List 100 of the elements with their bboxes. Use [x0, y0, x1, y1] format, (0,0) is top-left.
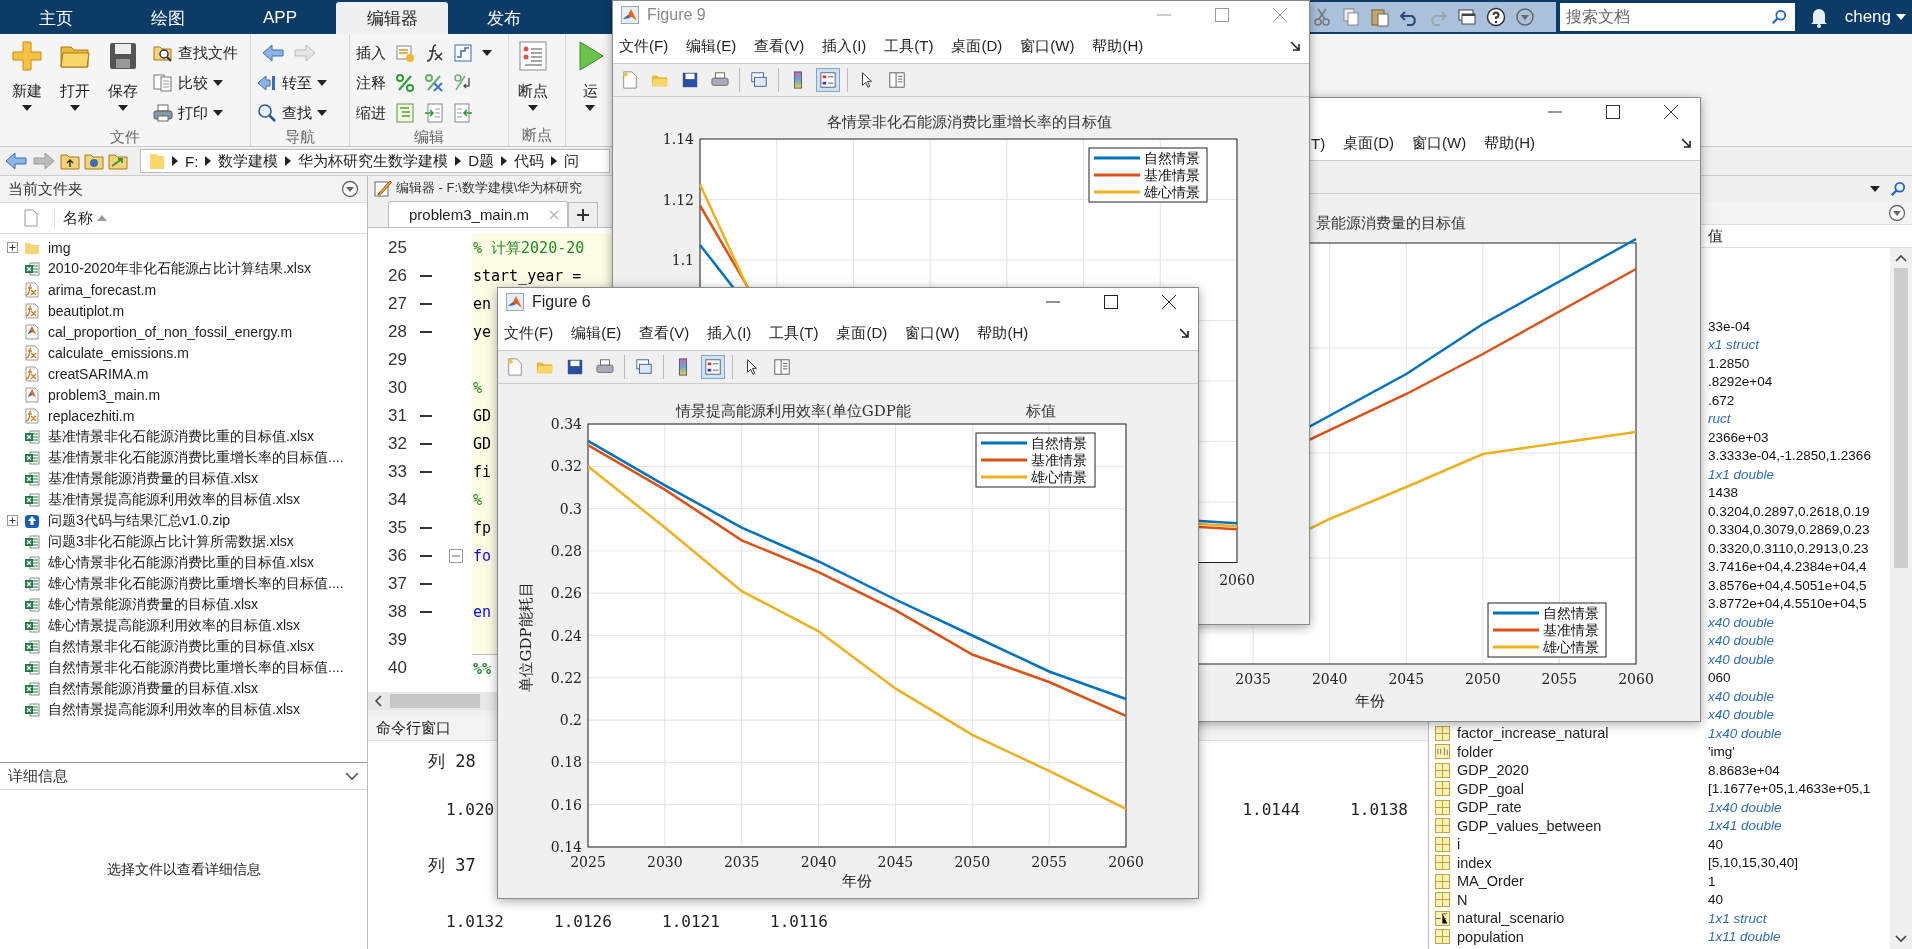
variable-name[interactable]: GDP_goal [1457, 780, 1524, 797]
find-button[interactable]: 查找 [257, 98, 343, 128]
menu-item[interactable]: 桌面(D) [1343, 133, 1394, 153]
path-field[interactable]: F: 数学建模 华为杯研究生数学建模 D题 代码 问 [140, 149, 610, 173]
file-name[interactable]: beautiplot.m [48, 302, 125, 319]
menu-item[interactable]: 桌面(D) [836, 323, 888, 343]
comment-button[interactable]: 注释 [356, 68, 386, 98]
help-icon[interactable] [1485, 7, 1506, 27]
chart-box-icon[interactable] [453, 43, 473, 63]
indent-button[interactable]: 缩进 [356, 98, 386, 128]
maximize-icon[interactable] [1605, 104, 1621, 120]
column-header[interactable]: 名称 [0, 203, 367, 234]
paste-icon[interactable] [1369, 7, 1390, 27]
menu-item[interactable]: 工具(T) [884, 36, 934, 56]
variable-name[interactable]: MA_Order [1457, 873, 1524, 890]
scroll-up-icon[interactable] [1895, 254, 1907, 262]
file-tab[interactable]: problem3_main.m [388, 201, 569, 227]
file-name[interactable]: creatSARIMA.m [48, 365, 149, 382]
menu-item[interactable]: 工具(T) [769, 323, 819, 343]
menu-item[interactable]: 窗口(W) [905, 323, 960, 343]
panel-menu-icon[interactable] [1888, 204, 1906, 222]
breakpoints-button[interactable]: 断点 [509, 34, 557, 126]
menu-item[interactable]: 帮助(H) [977, 323, 1029, 343]
percent-sign-icon[interactable] [395, 73, 415, 93]
legend-icon[interactable] [702, 356, 724, 378]
open-button[interactable]: 打开 [51, 34, 99, 128]
go-to-button[interactable]: 转至 [257, 68, 343, 98]
file-name[interactable]: 雄心情景非化石能源消费比重增长率的目标值.... [48, 574, 344, 593]
scroll-down-icon[interactable] [1895, 935, 1907, 943]
expand-toggle-icon[interactable] [6, 242, 18, 253]
file-name[interactable]: 问题3代码与结果汇总v1.0.zip [48, 511, 231, 530]
menu-item[interactable]: 窗口(W) [1020, 36, 1075, 56]
back-arrow-icon[interactable] [4, 151, 28, 171]
decrease-indent-icon[interactable] [453, 103, 473, 123]
toolstrip-tab[interactable]: 发布 [448, 2, 560, 34]
scrollbar-thumb[interactable] [390, 694, 480, 708]
scissors-icon[interactable] [1311, 7, 1332, 27]
scroll-left-icon[interactable] [374, 695, 382, 707]
search-icon[interactable] [1770, 9, 1787, 25]
file-name[interactable]: cal_proportion_of_non_fossil_energy.m [48, 323, 293, 340]
uncomment-icon[interactable] [424, 73, 444, 93]
file-name[interactable]: 雄心情景能源消费量的目标值.xlsx [48, 595, 258, 614]
breadcrumb[interactable]: 问 [564, 151, 580, 171]
variable-name[interactable]: factor_increase_natural [1457, 725, 1609, 742]
file-name[interactable]: 基准情景提高能源利用效率的目标值.xlsx [48, 490, 300, 509]
run-button[interactable]: 运 [566, 34, 614, 146]
menu-item[interactable]: 查看(V) [754, 36, 805, 56]
dock-arrow-icon[interactable] [1680, 137, 1692, 149]
file-name[interactable]: 基准情景非化石能源消费比重的目标值.xlsx [48, 427, 314, 446]
increase-indent-icon[interactable] [424, 103, 444, 123]
menu-item[interactable]: 窗口(W) [1412, 133, 1467, 153]
file-name[interactable]: replacezhiti.m [48, 407, 135, 424]
expand-toggle-icon[interactable] [6, 515, 18, 526]
file-name[interactable]: 自然情景非化石能源消费比重的目标值.xlsx [48, 637, 314, 656]
menu-item[interactable]: 帮助(H) [1484, 133, 1535, 153]
file-name[interactable]: 雄心情景非化石能源消费比重的目标值.xlsx [48, 553, 314, 572]
horizontal-scrollbar[interactable] [368, 692, 499, 710]
variable-name[interactable]: natural_scenario [1457, 910, 1565, 927]
file-name[interactable]: img [48, 239, 71, 256]
menu-item[interactable]: 插入(I) [707, 323, 752, 343]
file-name[interactable]: 自然情景能源消费量的目标值.xlsx [48, 679, 258, 698]
menu-item[interactable]: T) [1311, 134, 1326, 152]
wrap-comment-icon[interactable] [453, 73, 473, 93]
windows-icon[interactable] [1456, 7, 1477, 27]
file-name[interactable]: 问题3非化石能源占比计算所需数据.xlsx [48, 532, 294, 551]
dropdown-icon[interactable] [1514, 7, 1535, 27]
search-field[interactable]: 搜索文档 [1559, 3, 1795, 31]
breadcrumb[interactable]: 数学建模 [218, 151, 279, 171]
user-menu[interactable]: cheng [1840, 7, 1912, 27]
file-name[interactable]: problem3_main.m [48, 386, 161, 403]
menu-item[interactable]: 文件(F) [504, 323, 554, 343]
toolstrip-tab[interactable]: 主页 [0, 2, 112, 34]
menu-item[interactable]: 帮助(H) [1092, 36, 1144, 56]
insert-button[interactable]: 插入 [356, 38, 386, 68]
file-name[interactable]: 2010-2020年非化石能源占比计算结果.xlsx [48, 259, 311, 278]
fold-icon[interactable] [449, 549, 463, 563]
legend-icon[interactable] [817, 69, 839, 91]
file-name[interactable]: 自然情景提高能源利用效率的目标值.xlsx [48, 700, 300, 719]
scrollbar-thumb[interactable] [1894, 268, 1908, 568]
close-icon[interactable] [1161, 294, 1177, 310]
vertical-scrollbar[interactable] [1890, 248, 1912, 949]
close-icon[interactable] [1663, 104, 1679, 120]
smart-indent-icon[interactable] [395, 103, 415, 123]
maximize-icon[interactable] [1103, 294, 1119, 310]
browse-folder-icon[interactable] [84, 151, 104, 171]
menu-item[interactable]: 查看(V) [639, 323, 690, 343]
column-title[interactable]: 值 [1708, 226, 1723, 246]
variable-name[interactable]: N [1457, 891, 1468, 908]
variable-name[interactable]: i [1457, 836, 1461, 853]
dock-arrow-icon[interactable] [1289, 40, 1301, 52]
file-name[interactable]: calculate_emissions.m [48, 344, 189, 361]
caret-icon[interactable] [1870, 186, 1880, 192]
back-arrow-icon[interactable] [261, 43, 285, 63]
file-name[interactable]: 雄心情景提高能源利用效率的目标值.xlsx [48, 616, 300, 635]
menu-item[interactable]: 编辑(E) [686, 36, 737, 56]
find-files-button[interactable]: 查找文件 [153, 38, 238, 68]
file-name[interactable]: 基准情景能源消费量的目标值.xlsx [48, 469, 258, 488]
function-icon[interactable] [424, 43, 444, 63]
panel-icon[interactable] [886, 69, 908, 91]
compare-button[interactable]: 比较 [153, 68, 238, 98]
